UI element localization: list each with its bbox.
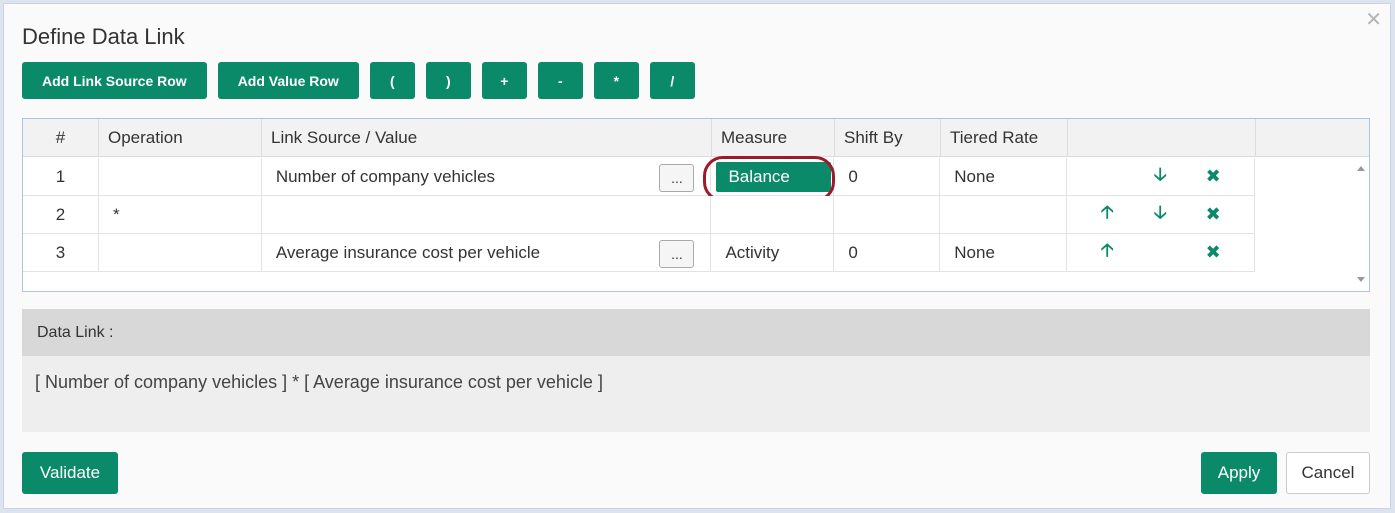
add-link-source-row-button[interactable]: Add Link Source Row [22,62,207,99]
row-operation[interactable] [99,158,262,195]
data-link-expression: [ Number of company vehicles ] * [ Avera… [22,356,1370,432]
row-tiered-rate[interactable] [940,196,1068,233]
row-measure[interactable]: Activity [711,234,835,271]
row-actions: 🡣 ✖ [1067,158,1256,195]
header-link-source: Link Source / Value [262,119,712,157]
row-number: 2 [23,196,99,233]
toolbar: Add Link Source Row Add Value Row ( ) + … [22,62,706,99]
minus-button[interactable]: - [537,62,583,99]
delete-row-icon[interactable]: ✖ [1203,166,1223,187]
row-shift-by[interactable] [834,196,941,233]
measure-dropdown[interactable]: Balance [716,161,832,192]
table-row: 1 Number of company vehicles ... Balance… [23,156,1256,202]
header-shift-by: Shift By [835,119,941,157]
define-data-link-dialog: ✕ Define Data Link Add Link Source Row A… [3,3,1391,509]
data-link-grid: # Operation Link Source / Value Measure … [22,118,1370,292]
validate-button[interactable]: Validate [22,452,118,494]
scroll-up-icon[interactable] [1357,166,1365,171]
row-shift-by[interactable]: 0 [834,234,941,271]
row-number: 1 [23,158,99,195]
browse-source-button[interactable]: ... [659,164,695,192]
row-actions: 🡡 ✖ [1067,234,1256,271]
header-actions [1068,119,1256,157]
scroll-down-icon[interactable] [1357,277,1365,282]
row-tiered-rate[interactable]: None [940,234,1068,271]
link-source-text: Average insurance cost per vehicle [275,242,541,262]
row-link-source[interactable]: Number of company vehicles ... [262,158,712,195]
header-operation: Operation [99,119,262,157]
dialog-title: Define Data Link [22,24,185,49]
row-link-source[interactable]: Average insurance cost per vehicle ... [262,234,712,271]
row-operation[interactable]: * [99,196,262,233]
row-measure[interactable]: Balance [703,156,836,202]
move-down-icon[interactable]: 🡣 [1150,164,1170,187]
header-measure: Measure [712,119,835,157]
vertical-scrollbar[interactable] [1353,157,1369,291]
row-tiered-rate[interactable]: None [940,158,1068,195]
multiply-button[interactable]: * [593,62,639,99]
row-operation[interactable] [99,234,262,271]
open-paren-button[interactable]: ( [369,62,415,99]
move-down-icon[interactable]: 🡣 [1150,202,1170,225]
table-row: 3 Average insurance cost per vehicle ...… [23,234,1256,272]
header-number: # [23,119,99,157]
cancel-button[interactable]: Cancel [1286,452,1370,494]
row-link-source[interactable] [262,196,712,233]
move-up-icon[interactable]: 🡡 [1097,202,1117,225]
header-tiered-rate: Tiered Rate [941,119,1068,157]
close-paren-button[interactable]: ) [425,62,471,99]
grid-header: # Operation Link Source / Value Measure … [23,119,1369,157]
row-measure[interactable] [711,196,835,233]
link-source-text: Number of company vehicles [275,166,496,186]
browse-source-button[interactable]: ... [659,240,695,268]
row-shift-by[interactable]: 0 [834,158,941,195]
delete-row-icon[interactable]: ✖ [1203,204,1223,225]
row-number: 3 [23,234,99,271]
row-actions: 🡡 🡣 ✖ [1067,196,1256,233]
close-icon[interactable]: ✕ [1365,10,1382,30]
divide-button[interactable]: / [649,62,695,99]
apply-button[interactable]: Apply [1201,452,1277,494]
plus-button[interactable]: + [481,62,527,99]
table-row: 2 * 🡡 🡣 ✖ [23,196,1256,234]
data-link-label: Data Link : [22,309,1370,356]
move-up-icon[interactable]: 🡡 [1097,240,1117,263]
add-value-row-button[interactable]: Add Value Row [217,62,359,99]
delete-row-icon[interactable]: ✖ [1203,242,1223,263]
